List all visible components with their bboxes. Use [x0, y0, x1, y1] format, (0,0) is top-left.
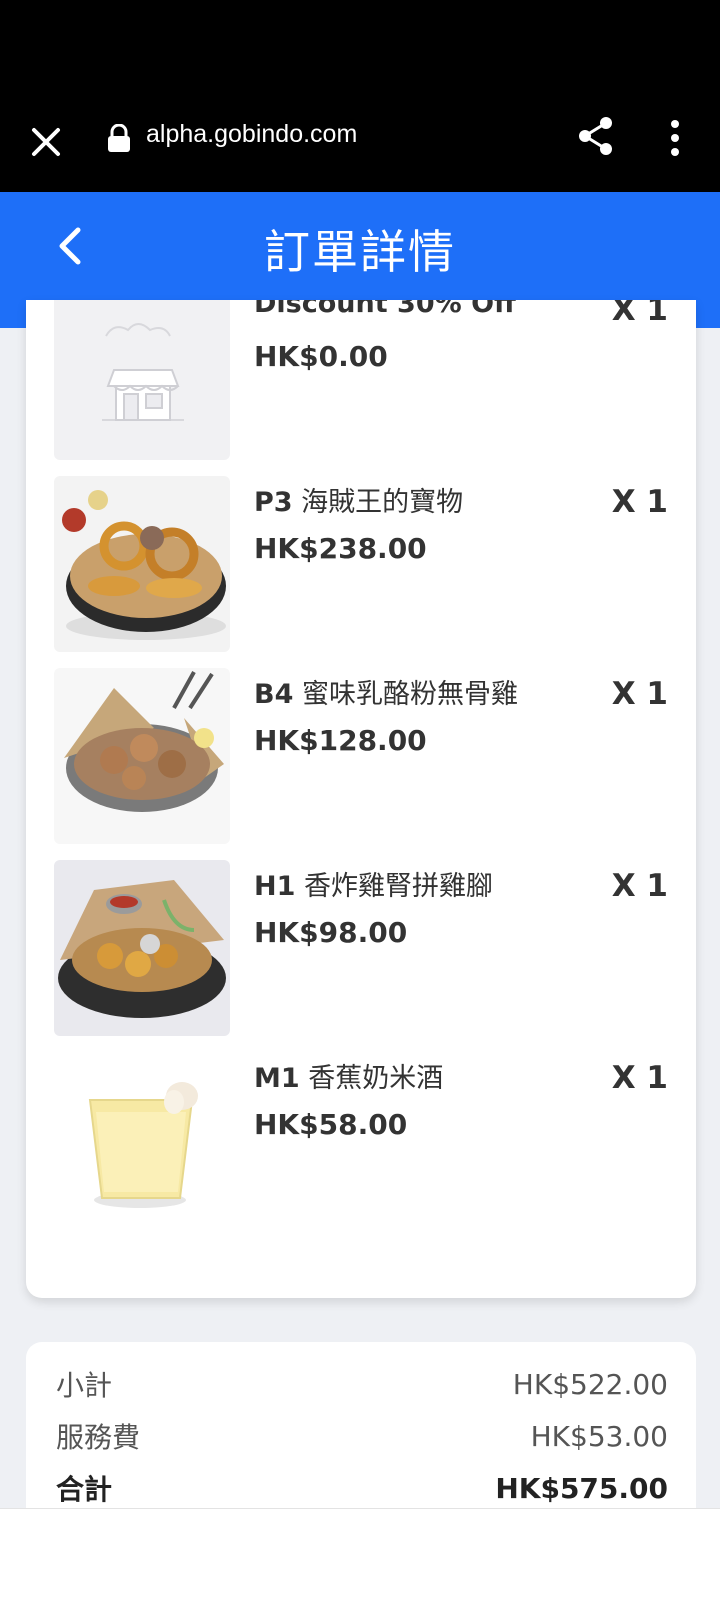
item-quantity: X 1 [611, 868, 668, 904]
item-quantity: X 1 [611, 484, 668, 520]
service-fee-row: 服務費 HK$53.00 [56, 1416, 668, 1456]
service-fee-label: 服務費 [56, 1421, 141, 1454]
item-quantity: X 1 [611, 676, 668, 712]
subtotal-row: 小計 HK$522.00 [56, 1364, 668, 1404]
item-price: HK$58.00 [254, 1108, 408, 1141]
item-code: B4 [254, 679, 294, 710]
item-price: HK$238.00 [254, 532, 427, 565]
item-quantity: X 1 [611, 1060, 668, 1096]
close-icon[interactable] [26, 122, 66, 162]
item-code: H1 [254, 871, 296, 902]
order-summary-card: 小計 HK$522.00 服務費 HK$53.00 合計 HK$575.00 [26, 1342, 696, 1522]
list-item[interactable]: M1 香蕉奶米酒 HK$58.00 X 1 [26, 1052, 696, 1228]
list-item[interactable]: P3 海賊王的寶物 HK$238.00 X 1 [26, 476, 696, 652]
service-fee-value: HK$53.00 [530, 1419, 668, 1453]
lock-icon [106, 123, 132, 154]
subtotal-value: HK$522.00 [512, 1367, 668, 1401]
more-vertical-icon[interactable] [660, 116, 690, 160]
browser-url-row: alpha.gobindo.com [0, 108, 720, 168]
item-quantity: X 1 [611, 300, 668, 328]
item-name: 蜜味乳酪粉無骨雞 [301, 679, 518, 710]
list-item[interactable]: B4 蜜味乳酪粉無骨雞 HK$128.00 X 1 [26, 668, 696, 844]
list-item[interactable]: Discount 30% Off HK$0.00 X 1 [26, 300, 696, 460]
total-value: HK$575.00 [495, 1471, 668, 1505]
list-item[interactable]: H1 香炸雞腎拼雞腳 HK$98.00 X 1 [26, 860, 696, 1036]
subtotal-label: 小計 [56, 1369, 113, 1402]
item-code: M1 [254, 1063, 300, 1094]
item-price: HK$98.00 [254, 916, 408, 949]
total-label: 合計 [56, 1473, 113, 1506]
page-title: 訂單詳情 [264, 225, 456, 279]
item-code: P3 [254, 487, 293, 518]
item-price: HK$128.00 [254, 724, 427, 757]
item-price: HK$0.00 [254, 340, 388, 373]
browser-toolbar: alpha.gobindo.com [0, 0, 720, 192]
placeholder-shop-icon [54, 300, 230, 460]
item-name: 香蕉奶米酒 [308, 1063, 444, 1094]
item-name: 海賊王的寶物 [301, 487, 464, 518]
total-row: 合計 HK$575.00 [56, 1468, 668, 1508]
item-name: 香炸雞腎拼雞腳 [303, 871, 493, 902]
url-text[interactable]: alpha.gobindo.com [146, 120, 357, 149]
item-name: Discount 30% Off [254, 300, 516, 319]
share-icon[interactable] [574, 114, 618, 158]
boneless-chicken-pan-image [54, 668, 230, 844]
bottom-bar [0, 1508, 720, 1600]
banana-milk-drink-image [54, 1052, 230, 1228]
order-items-card: Discount 30% Off HK$0.00 X 1 P3 海賊王的寶物 H… [26, 300, 696, 1298]
fried-chicken-basket-image [54, 860, 230, 1036]
fried-seafood-platter-image [54, 476, 230, 652]
